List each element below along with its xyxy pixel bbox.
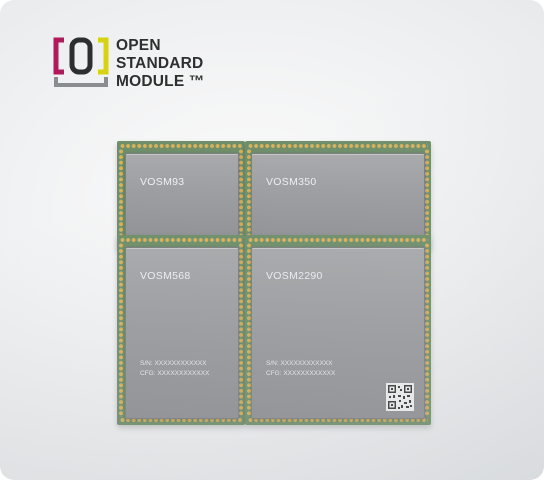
- module-vosm93: VOSM93: [117, 141, 245, 249]
- config-number-text: CFG: XXXXXXXXXXXX: [140, 370, 210, 377]
- osm-logo-icon: [53, 37, 109, 87]
- open-standard-module-logo: OPEN STANDARD MODULE ™: [52, 34, 222, 94]
- module-vosm568: VOSM568 S/N: XXXXXXXXXXXX CFG: XXXXXXXXX…: [117, 235, 245, 425]
- module-label: VOSM2290: [266, 270, 323, 282]
- contact-pads: [118, 243, 124, 417]
- logo-wordmark: OPEN STANDARD MODULE ™: [116, 37, 205, 91]
- module-vosm350: VOSM350: [245, 141, 431, 249]
- module-vosm2290: VOSM2290 S/N: XXXXXXXXXXXX CFG: XXXXXXXX…: [245, 235, 431, 425]
- contact-pads: [120, 237, 242, 243]
- serial-number-text: S/N: XXXXXXXXXXXX: [140, 360, 207, 367]
- serial-number-text: S/N: XXXXXXXXXXXX: [266, 360, 333, 367]
- product-card: OPEN STANDARD MODULE ™ VOSM93 VOSM350 VO…: [0, 0, 544, 480]
- logo-line-open: OPEN: [116, 37, 161, 54]
- contact-pads: [118, 149, 124, 241]
- module-label: VOSM568: [140, 270, 191, 282]
- logo-line-standard: STANDARD: [116, 55, 204, 72]
- config-number-text: CFG: XXXXXXXXXXXX: [266, 370, 336, 377]
- shield-can: VOSM2290 S/N: XXXXXXXXXXXX CFG: XXXXXXXX…: [251, 247, 425, 419]
- contact-pads: [120, 143, 242, 149]
- qr-code-icon: [386, 383, 414, 411]
- module-label: VOSM350: [266, 176, 317, 188]
- shield-can: VOSM568 S/N: XXXXXXXXXXXX CFG: XXXXXXXXX…: [125, 247, 239, 419]
- contact-pads: [248, 237, 428, 243]
- logo-line-module: MODULE ™: [116, 73, 205, 90]
- module-label: VOSM93: [140, 176, 185, 188]
- contact-pads: [248, 143, 428, 149]
